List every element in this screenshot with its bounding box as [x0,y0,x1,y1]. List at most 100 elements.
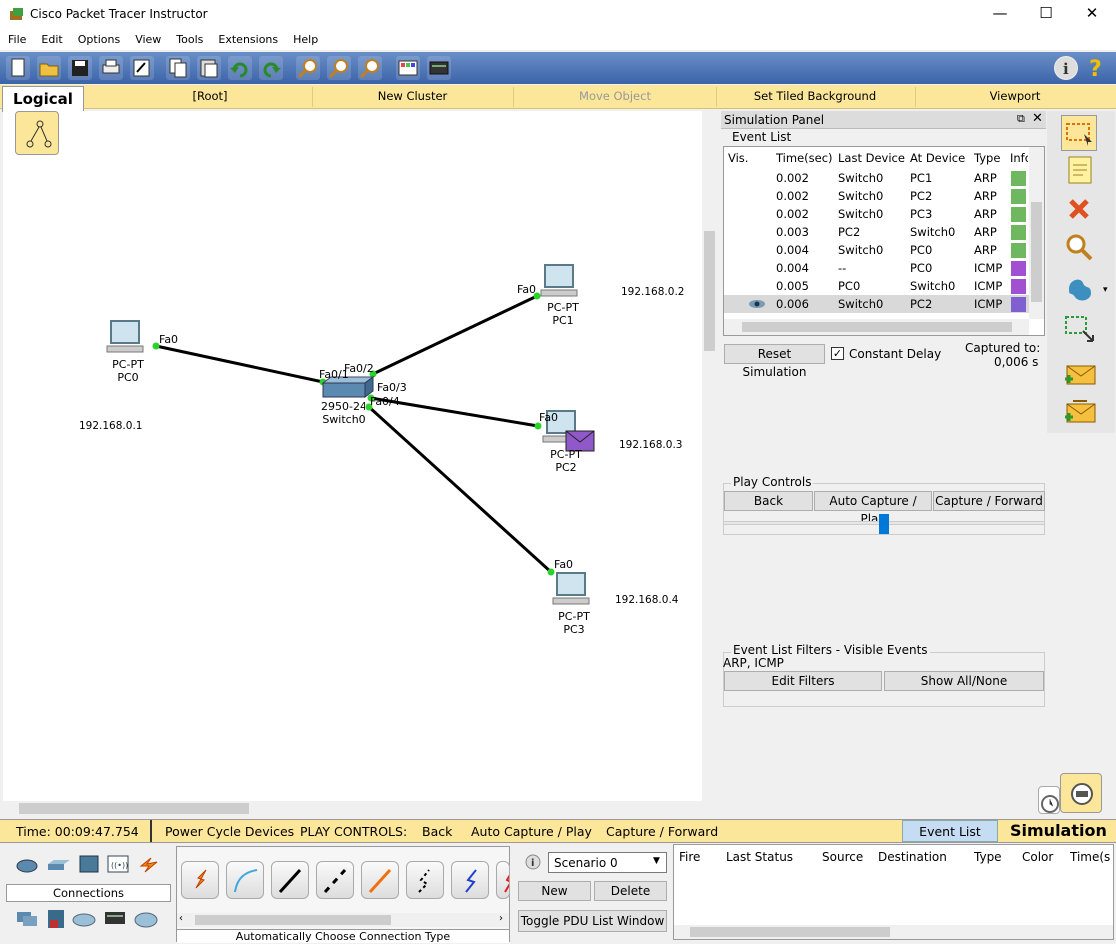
event-info-color-box[interactable] [1011,261,1026,276]
event-row[interactable]: 0.005 PC0 Switch0 ICMP [724,277,1029,295]
custom-device-icon[interactable] [427,56,451,80]
root-button[interactable]: [Root] [120,89,300,103]
event-info-color-box[interactable] [1011,189,1026,204]
close-button[interactable]: ✕ [1069,4,1115,22]
open-folder-icon[interactable] [37,56,61,80]
event-list-vertical-scrollbar[interactable] [1029,147,1044,319]
hubs-category-icon[interactable] [77,854,101,874]
fiber-connection-icon[interactable] [361,861,399,899]
event-row[interactable]: 0.002 Switch0 PC2 ARP [724,187,1029,205]
close-panel-icon[interactable]: ✕ [1032,111,1043,126]
pc3-computer-icon[interactable] [551,571,591,611]
add-complex-pdu-icon[interactable] [1061,395,1097,431]
set-tiled-background-button[interactable]: Set Tiled Background [720,89,910,103]
menu-tools[interactable]: Tools [176,30,203,50]
viewport-button[interactable]: Viewport [920,89,1110,103]
redo-icon[interactable] [259,56,283,80]
pdu-list-table[interactable]: Fire Last Status Source Destination Type… [673,844,1114,940]
zoom-in-icon[interactable] [296,56,320,80]
event-list-toggle-button[interactable]: Event List [902,820,998,842]
menu-view[interactable]: View [135,30,161,50]
power-cycle-devices-button[interactable]: Power Cycle Devices [165,824,294,839]
event-info-color-box[interactable] [1011,225,1026,240]
logical-workspace-canvas[interactable]: PC-PT PC0 Fa0 192.168.0.1 2950-24 Switch… [3,111,702,801]
new-file-icon[interactable] [6,56,30,80]
delete-scenario-button[interactable]: Delete [594,881,667,901]
reset-simulation-button[interactable]: Reset Simulation [724,344,825,379]
wireless-category-icon[interactable]: ((•)) [106,854,130,874]
menu-options[interactable]: Options [78,30,120,50]
maximize-button[interactable]: ☐ [1023,4,1069,22]
inspect-tool-icon[interactable] [1061,229,1097,265]
menu-help[interactable]: Help [293,30,318,50]
event-row[interactable]: 0.002 Switch0 PC3 ARP [724,205,1029,223]
note-tool-icon[interactable] [1061,153,1097,189]
canvas-horizontal-scrollbar[interactable] [3,801,702,816]
delete-tool-icon[interactable] [1061,191,1097,227]
capture-forward-button[interactable]: Capture / Forward [933,491,1045,511]
event-row[interactable]: 0.004 -- PC0 ICMP [724,259,1029,277]
undo-icon[interactable] [228,56,252,80]
zoom-out-icon[interactable] [358,56,382,80]
event-row[interactable]: 0.006 Switch0 PC2 ICMP [724,295,1029,313]
event-info-color-box[interactable] [1011,243,1026,258]
event-row[interactable]: 0.003 PC2 Switch0 ARP [724,223,1029,241]
end-devices-category-icon[interactable] [15,908,39,928]
realtime-clock-icon[interactable] [1038,786,1060,814]
tab-logical[interactable]: Logical [2,86,84,112]
wan-emulation-category-icon[interactable] [72,908,96,928]
draw-shape-tool-icon[interactable] [1061,269,1097,305]
console-connection-icon[interactable] [226,861,264,899]
move-object-button[interactable]: Move Object [520,89,710,103]
resize-tool-icon[interactable] [1061,311,1097,347]
pdu-list-scrollbar[interactable] [674,925,1113,939]
straight-through-connection-icon[interactable] [271,861,309,899]
save-icon[interactable] [68,56,92,80]
connections-scrollbar[interactable]: ‹ › [177,913,509,927]
palette-icon[interactable] [396,56,420,80]
status-back-button[interactable]: Back [422,824,452,839]
toggle-pdu-list-button[interactable]: Toggle PDU List Window [518,910,667,932]
event-list-horizontal-scrollbar[interactable] [724,319,1029,335]
minimize-button[interactable]: — [977,4,1023,22]
status-capture-forward-button[interactable]: Capture / Forward [606,824,718,839]
routers-category-icon[interactable] [15,856,39,876]
menu-extensions[interactable]: Extensions [218,30,278,50]
coaxial-connection-icon[interactable] [451,861,489,899]
simulation-mode-label[interactable]: Simulation [1010,821,1107,840]
vertical-scroll-thumb[interactable] [704,231,715,351]
event-info-color-box[interactable] [1011,207,1026,222]
security-category-icon[interactable] [44,908,68,928]
horizontal-scroll-thumb[interactable] [19,803,249,814]
status-auto-capture-play-button[interactable]: Auto Capture / Play [471,824,592,839]
connections-category-icon[interactable] [137,854,161,874]
scenario-info-icon[interactable]: i [525,854,541,870]
constant-delay-checkbox[interactable]: ✓ [831,347,844,360]
zoom-reset-icon[interactable] [327,56,351,80]
visible-eye-icon[interactable] [748,298,766,310]
select-tool-icon[interactable] [1061,115,1097,151]
pc0-computer-icon[interactable] [105,319,145,359]
scenario-select[interactable]: Scenario 0 ▼ [548,852,667,873]
switches-category-icon[interactable] [46,856,70,876]
back-button[interactable]: Back [724,491,813,511]
play-speed-slider-thumb[interactable] [879,514,889,534]
edit-filters-button[interactable]: Edit Filters [724,671,882,691]
event-info-color-box[interactable] [1011,171,1026,186]
event-list-table[interactable]: Vis. Time(sec) Last Device At Device Typ… [723,146,1045,336]
canvas-vertical-scrollbar[interactable] [702,111,717,801]
info-icon[interactable]: i [1054,56,1078,80]
print-icon[interactable] [99,56,123,80]
custom-devices-category-icon[interactable] [103,908,127,928]
event-row[interactable]: 0.004 Switch0 PC0 ARP [724,241,1029,259]
crossover-connection-icon[interactable] [316,861,354,899]
logical-view-icon[interactable] [15,111,59,155]
multiuser-category-icon[interactable] [134,908,158,928]
copy-icon[interactable] [166,56,190,80]
show-all-none-button[interactable]: Show All/None [884,671,1044,691]
add-simple-pdu-icon[interactable] [1061,357,1097,393]
paste-icon[interactable] [197,56,221,80]
phone-connection-icon[interactable] [406,861,444,899]
event-info-color-box[interactable] [1011,297,1026,312]
new-cluster-button[interactable]: New Cluster [320,89,505,103]
